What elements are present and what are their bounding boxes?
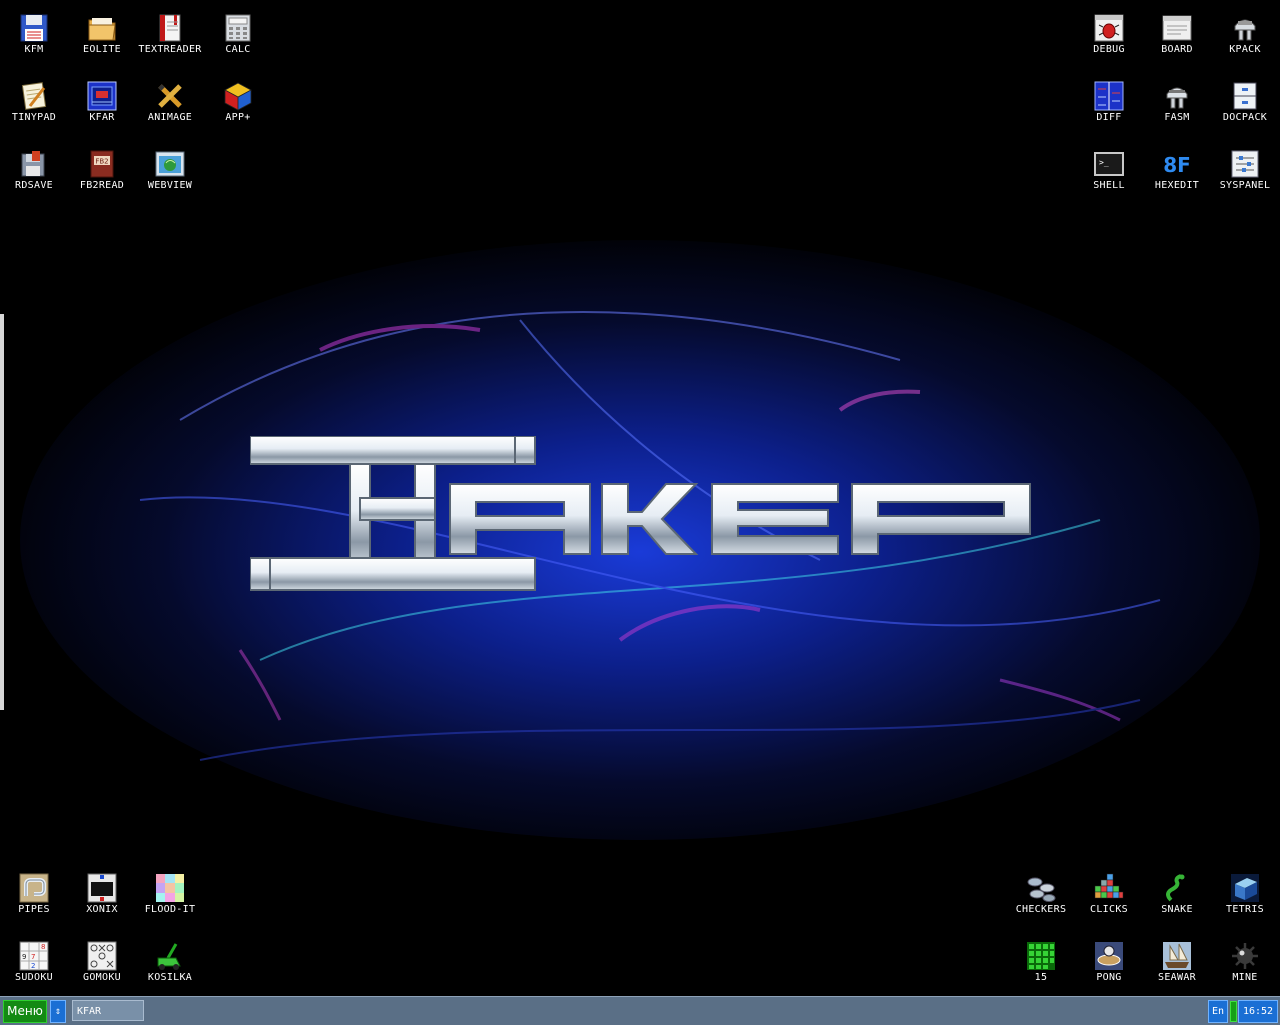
desktop-icon-label: MINE xyxy=(1232,972,1258,983)
desktop-icon-calc[interactable]: CALC xyxy=(204,2,272,70)
pipes-icon xyxy=(18,872,50,904)
book-icon xyxy=(154,12,186,44)
checkers-icon xyxy=(1025,872,1057,904)
taskbar-item-kfar[interactable]: KFAR xyxy=(72,1000,144,1021)
desktop-icon-clicks[interactable]: CLICKS xyxy=(1075,862,1143,930)
desktop-icon-board[interactable]: BOARD xyxy=(1143,2,1211,70)
pack-icon xyxy=(1229,12,1261,44)
folder-icon xyxy=(86,12,118,44)
fasm-icon xyxy=(1161,80,1193,112)
svg-text:9: 9 xyxy=(22,953,26,961)
desktop-icon-checkers[interactable]: CHECKERS xyxy=(1007,862,1075,930)
desktop-icon-snake[interactable]: SNAKE xyxy=(1143,862,1211,930)
desktop-icon-label: DOCPACK xyxy=(1222,112,1268,123)
desktop-icon-eolite[interactable]: EOLITE xyxy=(68,2,136,70)
pencil-icon xyxy=(154,80,186,112)
desktop-icon-xonix[interactable]: XONIX xyxy=(68,862,136,930)
svg-text:>_: >_ xyxy=(1099,158,1109,167)
svg-text:7: 7 xyxy=(31,953,35,961)
svg-text:8F: 8F xyxy=(1163,153,1191,177)
desktop-icon-fifteen[interactable]: 15 xyxy=(1007,930,1075,998)
calculator-icon xyxy=(222,12,254,44)
taskbar: Меню ⇕ KFAR En 16:52 xyxy=(0,996,1280,1025)
pong-icon xyxy=(1093,940,1125,972)
fb2-book-icon: FB2 xyxy=(86,148,118,180)
terminal-icon: >_ xyxy=(1093,148,1125,180)
clock[interactable]: 16:52 xyxy=(1238,1000,1278,1023)
desktop-icon-kpack[interactable]: KPACK xyxy=(1211,2,1279,70)
language-indicator[interactable]: En xyxy=(1208,1000,1228,1023)
desktop-icon-rdsave[interactable]: RDSAVE xyxy=(0,138,68,206)
left-edge-bar xyxy=(0,314,4,710)
desktop-icon-mine[interactable]: MINE xyxy=(1211,930,1279,998)
hex-icon: 8F xyxy=(1161,148,1193,180)
switch-windows-button[interactable]: ⇕ xyxy=(50,1000,66,1023)
desktop-icon-fb2read[interactable]: FB2 FB2READ xyxy=(68,138,136,206)
desktop-icon-sudoku[interactable]: 8 9 7 2 SUDOKU xyxy=(0,930,68,998)
floppy-icon xyxy=(18,12,50,44)
sudoku-icon: 8 972 xyxy=(18,940,50,972)
cube-icon xyxy=(222,80,254,112)
desktop-icon-label: APP+ xyxy=(225,112,251,123)
globe-window-icon xyxy=(154,148,186,180)
notepad-icon xyxy=(18,80,50,112)
desktop-icon-kosilka[interactable]: KOSILKA xyxy=(136,930,204,998)
desktop-icon-tetris[interactable]: TETRIS xyxy=(1211,862,1279,930)
desktop-icon-kfar[interactable]: KFAR xyxy=(68,70,136,138)
board-icon xyxy=(1161,12,1193,44)
gomoku-icon xyxy=(86,940,118,972)
desktop-icon-debug[interactable]: DEBUG xyxy=(1075,2,1143,70)
desktop-icon-label: KOSILKA xyxy=(147,972,193,983)
desktop-icon-label: WEBVIEW xyxy=(147,180,193,191)
desktop-icon-syspanel[interactable]: SYSPANEL xyxy=(1211,138,1279,206)
snake-icon xyxy=(1161,872,1193,904)
cabinet-icon xyxy=(1229,80,1261,112)
ship-icon xyxy=(1161,940,1193,972)
sliders-icon xyxy=(1229,148,1261,180)
lawnmower-icon xyxy=(154,940,186,972)
start-menu-button[interactable]: Меню xyxy=(3,1000,47,1023)
desktop-icon-hexedit[interactable]: 8F HEXEDIT xyxy=(1143,138,1211,206)
desktop-icon-webview[interactable]: WEBVIEW xyxy=(136,138,204,206)
bug-icon xyxy=(1093,12,1125,44)
diff-icon xyxy=(1093,80,1125,112)
disk-save-icon xyxy=(18,148,50,180)
xaker-logo xyxy=(250,436,1031,591)
flood-grid-icon xyxy=(154,872,186,904)
tetris-icon xyxy=(1229,872,1261,904)
blocks-icon xyxy=(1093,872,1125,904)
svg-text:2: 2 xyxy=(31,962,35,970)
desktop-icon-flood-it[interactable]: FLOOD-IT xyxy=(136,862,204,930)
xonix-icon xyxy=(86,872,118,904)
svg-text:FB2: FB2 xyxy=(95,158,108,166)
desktop-icon-diff[interactable]: DIFF xyxy=(1075,70,1143,138)
desktop-icon-app-plus[interactable]: APP+ xyxy=(204,70,272,138)
desktop-icon-label: KPACK xyxy=(1229,44,1261,55)
desktop-icon-label: CALC xyxy=(225,44,251,55)
kfar-icon xyxy=(86,80,118,112)
desktop-icon-label: SYSPANEL xyxy=(1219,180,1271,191)
desktop-icon-pong[interactable]: PONG xyxy=(1075,930,1143,998)
mine-icon xyxy=(1229,940,1261,972)
desktop-icon-tinypad[interactable]: TINYPAD xyxy=(0,70,68,138)
desktop-icon-pipes[interactable]: PIPES xyxy=(0,862,68,930)
tray-indicator xyxy=(1230,1001,1237,1022)
desktop-icon-shell[interactable]: >_ SHELL xyxy=(1075,138,1143,206)
desktop-icon-kfm[interactable]: KFM xyxy=(0,2,68,70)
desktop-icon-textreader[interactable]: TEXTREADER xyxy=(136,2,204,70)
desktop-icon-fasm[interactable]: FASM xyxy=(1143,70,1211,138)
desktop-icon-docpack[interactable]: DOCPACK xyxy=(1211,70,1279,138)
desktop-icon-label: FLOOD-IT xyxy=(144,904,196,915)
desktop-icon-label: TETRIS xyxy=(1226,904,1264,915)
desktop-icon-seawar[interactable]: SEAWAR xyxy=(1143,930,1211,998)
desktop-icon-animage[interactable]: ANIMAGE xyxy=(136,70,204,138)
desktop-icon-gomoku[interactable]: GOMOKU xyxy=(68,930,136,998)
svg-text:8: 8 xyxy=(41,943,45,951)
fifteen-grid-icon xyxy=(1025,940,1057,972)
